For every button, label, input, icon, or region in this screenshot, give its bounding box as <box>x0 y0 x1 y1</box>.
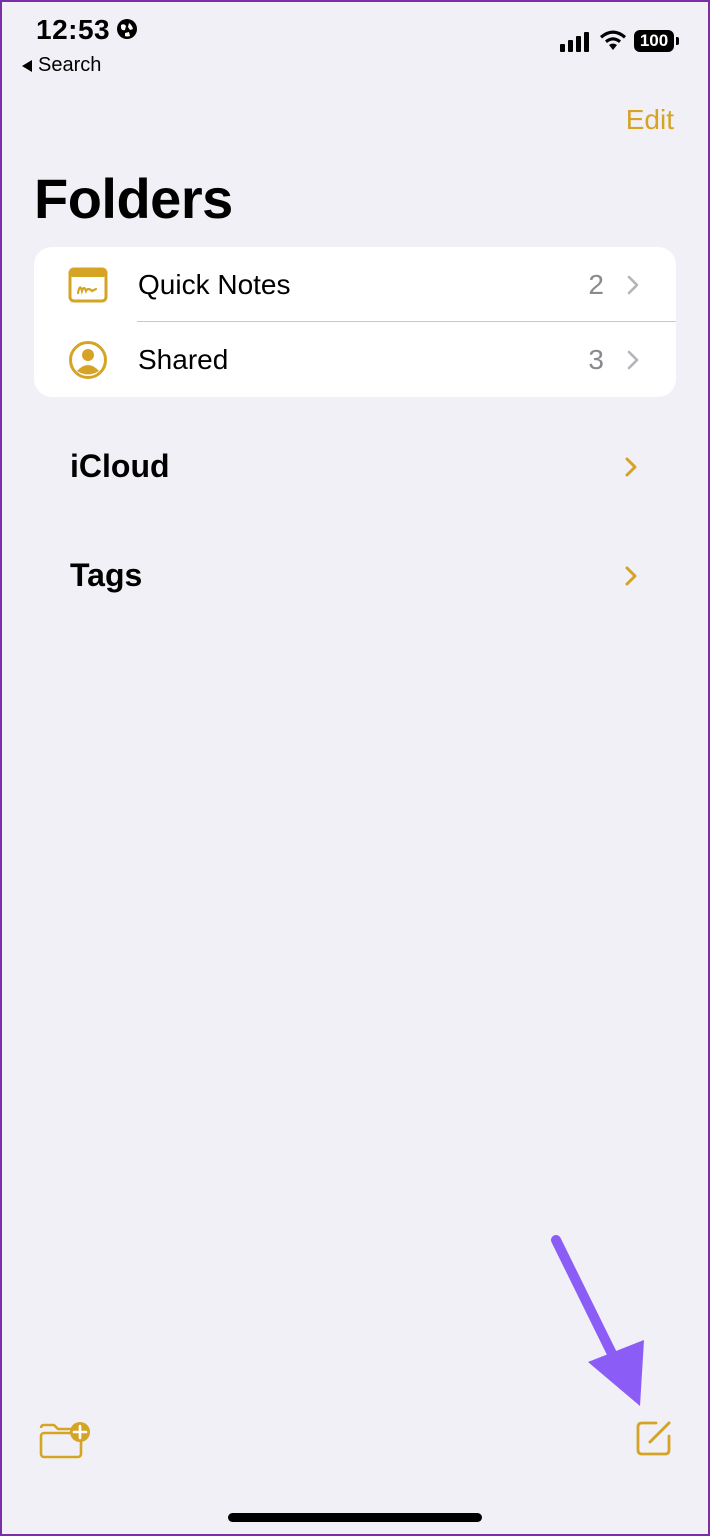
page-title: Folders <box>34 167 233 230</box>
shared-person-icon <box>69 340 107 379</box>
cellular-signal-icon <box>560 32 589 52</box>
folder-count: 2 <box>588 268 604 300</box>
quick-notes-icon <box>68 267 108 302</box>
folders-card: Quick Notes 2 Shared 3 <box>34 247 676 397</box>
battery-indicator: 100 <box>634 30 679 52</box>
back-triangle-icon <box>22 59 32 72</box>
chevron-right-icon[interactable] <box>624 565 638 587</box>
folder-label: Quick Notes <box>138 268 291 300</box>
folder-row-quick-notes[interactable]: Quick Notes 2 <box>34 247 676 322</box>
back-to-search-link[interactable]: Search <box>22 54 101 77</box>
chevron-right-icon[interactable] <box>624 456 638 478</box>
new-folder-icon[interactable] <box>38 1420 92 1460</box>
globe-icon <box>117 19 137 39</box>
chevron-right-icon <box>627 275 639 294</box>
folder-count: 3 <box>588 343 604 375</box>
wifi-icon <box>600 30 626 50</box>
folder-row-shared[interactable]: Shared 3 <box>34 322 676 397</box>
compose-icon[interactable] <box>634 1418 674 1458</box>
edit-button[interactable]: Edit <box>626 104 674 136</box>
folder-label: Shared <box>138 343 229 375</box>
section-icloud[interactable]: iCloud <box>70 448 170 485</box>
status-time: 12:53 <box>36 14 111 45</box>
home-indicator[interactable] <box>228 1513 482 1522</box>
back-label: Search <box>38 54 102 76</box>
annotation-arrow <box>551 1235 644 1406</box>
section-tags[interactable]: Tags <box>70 557 142 594</box>
chevron-right-icon <box>627 350 639 369</box>
